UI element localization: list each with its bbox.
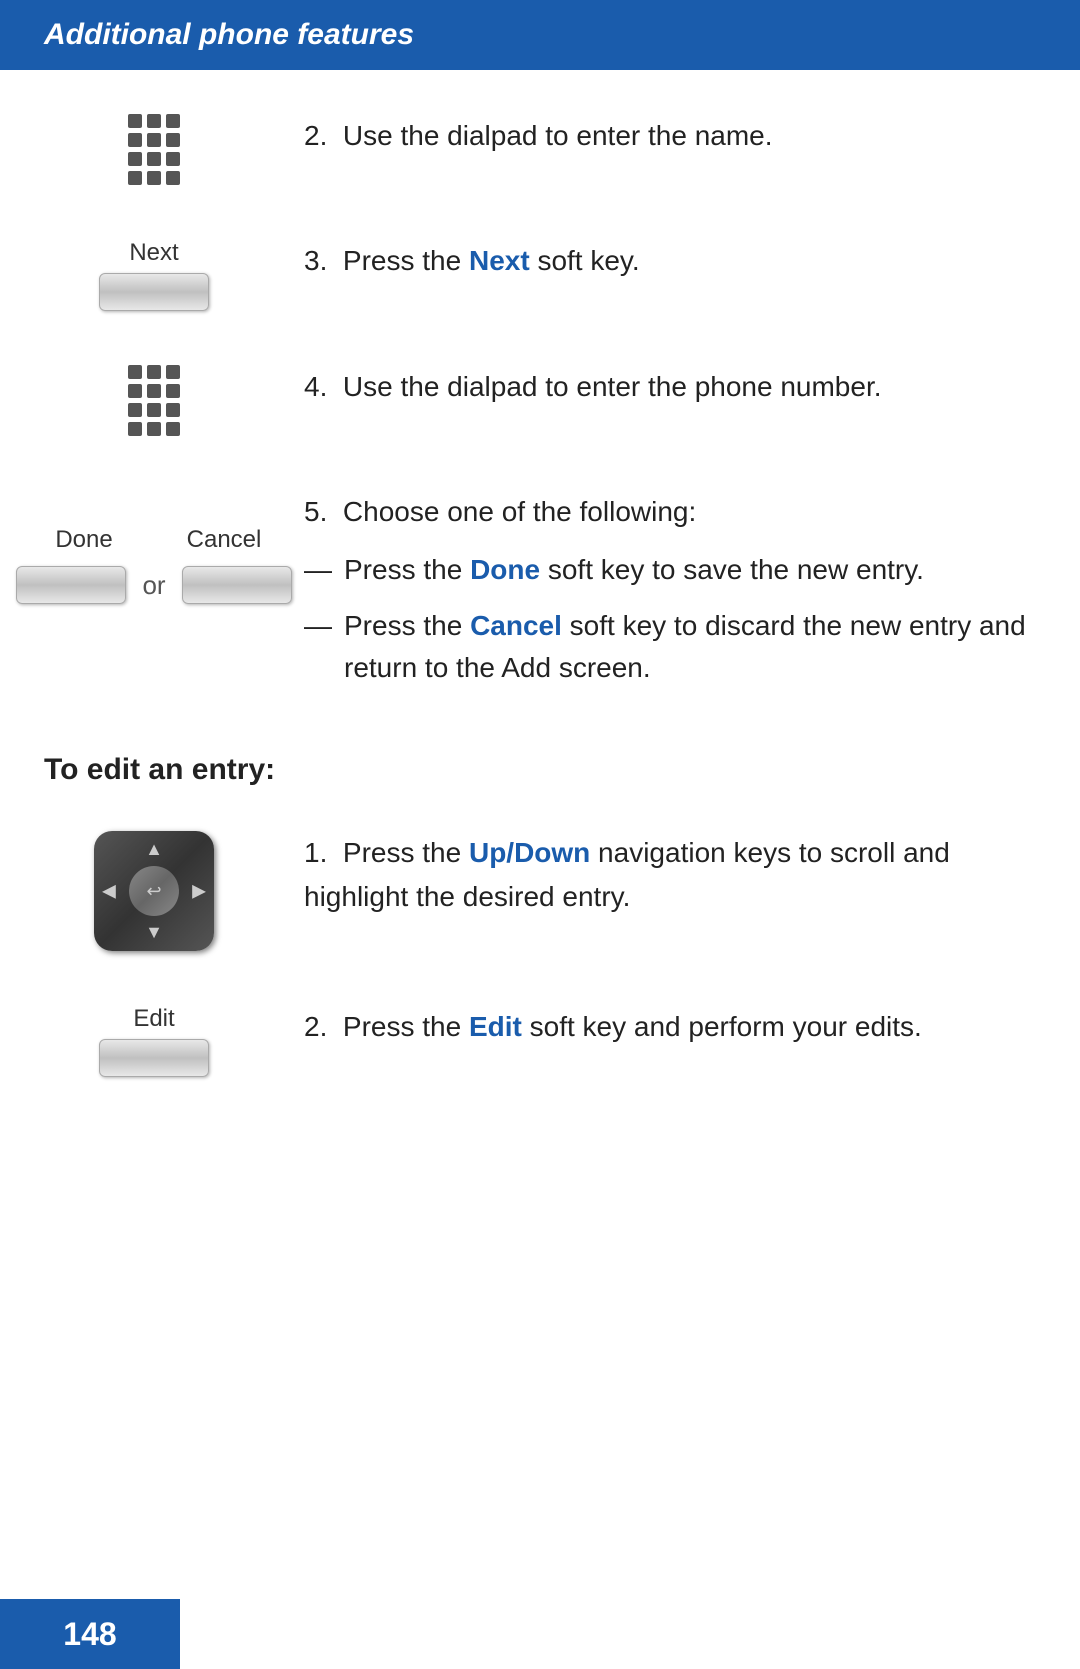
bullet-done-text: Press the Done soft key to save the new …: [344, 549, 924, 591]
step-5-bullets: — Press the Done soft key to save the ne…: [304, 549, 1036, 689]
dialpad-icon-1: [128, 114, 180, 185]
dialpad-dot: [166, 152, 180, 166]
done-cancel-labels: Done Cancel: [29, 526, 279, 560]
dialpad-dot: [128, 365, 142, 379]
step-4-row: 4. Use the dialpad to enter the phone nu…: [44, 361, 1036, 436]
dialpad-dot: [166, 384, 180, 398]
done-cancel-buttons: or: [16, 566, 291, 604]
page-header: Additional phone features: [0, 0, 1080, 70]
dialpad-dot: [166, 171, 180, 185]
dialpad-icon-2: [128, 365, 180, 436]
edit-section-heading-wrapper: To edit an entry:: [44, 753, 1036, 787]
edit-soft-key-button[interactable]: [99, 1039, 209, 1077]
dpad-center-button[interactable]: ↩: [129, 866, 179, 916]
dpad-icon-col: ▲ ▼ ◀ ▶ ↩: [44, 827, 264, 951]
edit-key-label: Edit: [133, 1005, 174, 1033]
dpad-up-arrow: ▲: [145, 839, 163, 860]
dialpad-icon-col-2: [44, 110, 264, 185]
next-highlight: Next: [469, 245, 530, 276]
dpad-icon: ▲ ▼ ◀ ▶ ↩: [94, 831, 214, 951]
or-text: or: [142, 570, 165, 601]
dialpad-dot: [128, 114, 142, 128]
dialpad-dot: [128, 422, 142, 436]
edit-section-heading: To edit an entry:: [44, 753, 275, 786]
dialpad-dot: [147, 365, 161, 379]
page-footer: 148: [0, 1599, 180, 1669]
bullet-cancel-text: Press the Cancel soft key to discard the…: [344, 605, 1036, 689]
dialpad-dot: [147, 171, 161, 185]
dialpad-dot: [147, 152, 161, 166]
edit-highlight: Edit: [469, 1011, 522, 1042]
step-3-row: Next 3. Press the Next soft key.: [44, 235, 1036, 311]
bullet-done: — Press the Done soft key to save the ne…: [304, 549, 1036, 591]
updown-highlight: Up/Down: [469, 837, 590, 868]
dialpad-dot: [166, 133, 180, 147]
dpad-left-arrow: ◀: [102, 881, 116, 902]
step-2-instruction: 2. Use the dialpad to enter the name.: [304, 120, 773, 151]
done-cancel-wrapper: Done Cancel or: [16, 526, 291, 604]
cancel-key-label: Cancel: [169, 526, 279, 554]
header-title: Additional phone features: [44, 18, 414, 51]
step-2-row: 2. Use the dialpad to enter the name.: [44, 110, 1036, 185]
step-5-text: 5. Choose one of the following: — Press …: [264, 486, 1036, 703]
next-key-col: Next: [44, 235, 264, 311]
step-4-text: 4. Use the dialpad to enter the phone nu…: [264, 361, 1036, 408]
edit-step-2-instruction: 2. Press the Edit soft key and perform y…: [304, 1011, 922, 1042]
dialpad-dot: [128, 384, 142, 398]
dialpad-dot: [128, 133, 142, 147]
step-3-text: 3. Press the Next soft key.: [264, 235, 1036, 282]
dialpad-dot: [166, 403, 180, 417]
main-content: 2. Use the dialpad to enter the name. Ne…: [0, 110, 1080, 1227]
step-5-row: Done Cancel or 5. Choose one of the foll…: [44, 486, 1036, 703]
dialpad-dot: [128, 171, 142, 185]
step-2-text: 2. Use the dialpad to enter the name.: [264, 110, 1036, 157]
edit-key-col: Edit: [44, 1001, 264, 1077]
dialpad-dot: [128, 403, 142, 417]
done-soft-key-button[interactable]: [16, 566, 126, 604]
dialpad-dot: [147, 384, 161, 398]
dialpad-dot: [147, 422, 161, 436]
next-key-label: Next: [129, 239, 178, 267]
dialpad-icon-col-4: [44, 361, 264, 436]
bullet-cancel: — Press the Cancel soft key to discard t…: [304, 605, 1036, 689]
edit-step-1-row: ▲ ▼ ◀ ▶ ↩ 1. Press the Up/Down navigatio…: [44, 827, 1036, 951]
step-3-instruction: 3. Press the Next soft key.: [304, 245, 640, 276]
dialpad-dot: [166, 365, 180, 379]
edit-step-2-text: 2. Press the Edit soft key and perform y…: [264, 1001, 1036, 1048]
dialpad-dot: [166, 114, 180, 128]
next-soft-key-button[interactable]: [99, 273, 209, 311]
cancel-highlight: Cancel: [470, 610, 562, 641]
dialpad-dot: [147, 133, 161, 147]
dialpad-dot: [166, 422, 180, 436]
dialpad-dot: [147, 403, 161, 417]
done-key-label: Done: [29, 526, 139, 554]
edit-step-1-instruction: 1. Press the Up/Down navigation keys to …: [304, 837, 950, 911]
step-5-choose: 5. Choose one of the following:: [304, 496, 696, 527]
dpad-right-arrow: ▶: [192, 881, 206, 902]
done-cancel-icon-col: Done Cancel or: [44, 486, 264, 604]
step-4-instruction: 4. Use the dialpad to enter the phone nu…: [304, 371, 882, 402]
dialpad-dot: [128, 152, 142, 166]
dialpad-dot: [147, 114, 161, 128]
dpad-down-arrow: ▼: [145, 922, 163, 943]
page-number: 148: [63, 1616, 116, 1653]
done-highlight: Done: [470, 554, 540, 585]
edit-step-1-text: 1. Press the Up/Down navigation keys to …: [264, 827, 1036, 918]
edit-step-2-row: Edit 2. Press the Edit soft key and perf…: [44, 1001, 1036, 1077]
